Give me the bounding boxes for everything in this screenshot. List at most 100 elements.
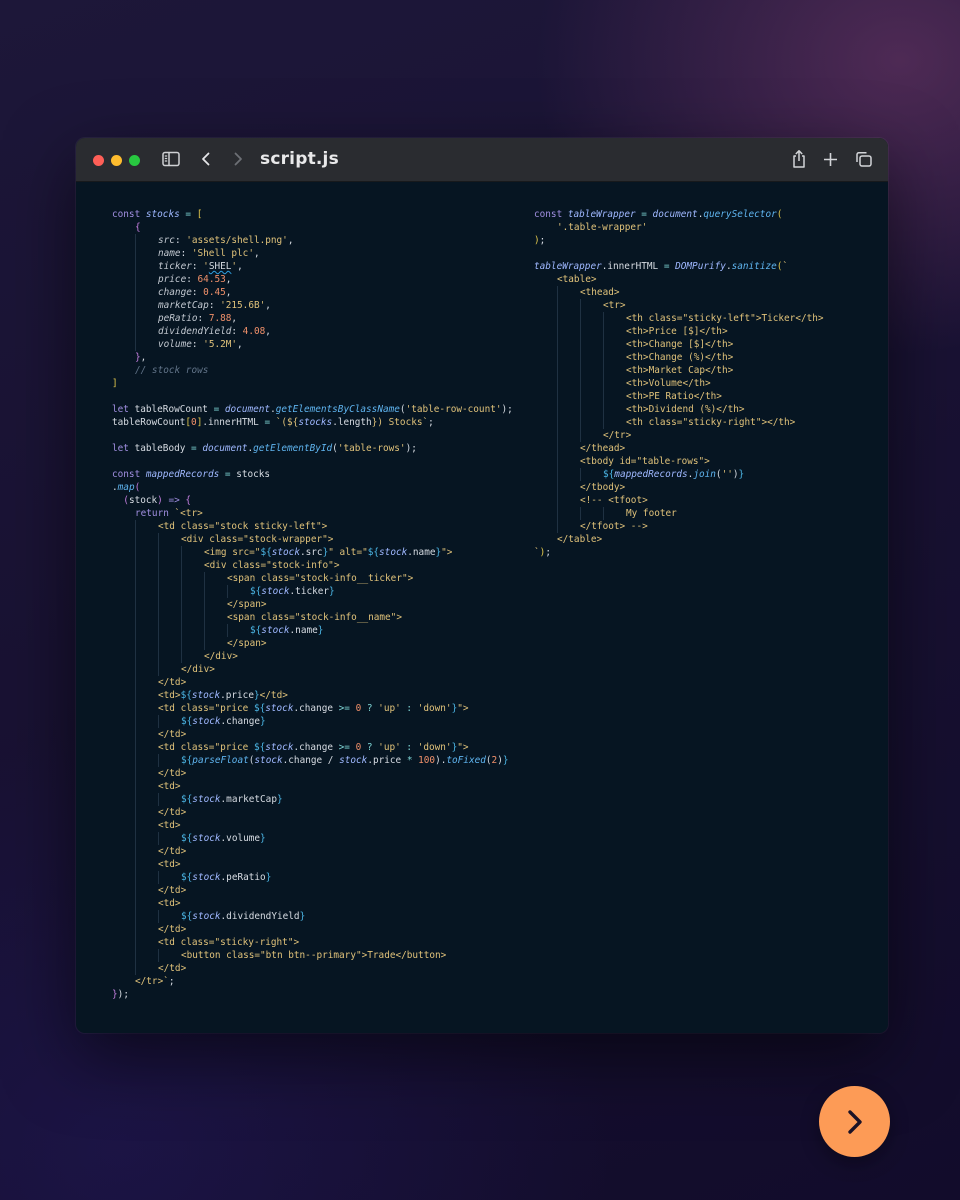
indent-guide xyxy=(603,390,626,403)
indent-guide xyxy=(534,338,557,351)
indent-guide xyxy=(135,546,158,559)
zoom-window-button[interactable] xyxy=(129,155,140,166)
indent-guide xyxy=(135,312,158,325)
code-token: </td> xyxy=(158,729,187,740)
indent-guide xyxy=(158,754,181,767)
code-line: <th>Change (%)</th> xyxy=(534,351,824,364)
indent-guide xyxy=(557,351,580,364)
indent-guide xyxy=(135,663,158,676)
indent-guide xyxy=(603,507,626,520)
indent-guide xyxy=(135,585,158,598)
code-token: , xyxy=(265,300,271,311)
indent-guide xyxy=(534,455,557,468)
chevron-right-icon[interactable] xyxy=(232,151,244,167)
code-line: ticker: 'SHEL', xyxy=(112,260,513,273)
code-token: = xyxy=(663,261,676,272)
indent-guide xyxy=(135,806,158,819)
code-token: : xyxy=(186,274,198,285)
code-token: ? xyxy=(361,703,379,714)
code-token: </tfoot> --> xyxy=(580,521,648,532)
indent-guide xyxy=(135,884,158,897)
minimize-window-button[interactable] xyxy=(111,155,122,166)
code-line: </tbody> xyxy=(534,481,824,494)
indent-guide xyxy=(158,871,181,884)
indent-guide xyxy=(135,572,158,585)
indent-guide xyxy=(557,286,580,299)
indent-guide xyxy=(158,624,181,637)
code-token: ticker xyxy=(158,261,192,272)
code-token: peRatio xyxy=(158,313,198,324)
indent-guide xyxy=(135,767,158,780)
indent-guide xyxy=(112,910,135,923)
indent-guide xyxy=(135,923,158,936)
code-token: .innerHTML xyxy=(202,417,265,428)
code-token: <td> xyxy=(158,820,181,831)
code-token: * xyxy=(406,755,419,766)
code-token: 7.88 xyxy=(208,313,232,324)
indent-guide xyxy=(112,585,135,598)
indent-guide xyxy=(534,312,557,325)
code-line: </tfoot> --> xyxy=(534,520,824,533)
indent-guide xyxy=(112,299,135,312)
code-token: ); xyxy=(501,404,513,415)
code-token: 4.08 xyxy=(242,326,266,337)
code-line: volume: '5.2M', xyxy=(112,338,513,351)
indent-guide xyxy=(158,598,181,611)
indent-guide xyxy=(135,728,158,741)
indent-guide xyxy=(112,507,135,520)
indent-guide xyxy=(112,702,135,715)
code-token: .peRatio xyxy=(220,872,266,883)
arrow-right-icon xyxy=(848,1110,862,1134)
window-title: script.js xyxy=(260,149,339,169)
indent-guide xyxy=(603,312,626,325)
code-line: <td> xyxy=(112,897,513,910)
indent-guide xyxy=(112,767,135,780)
tabs-overview-icon[interactable] xyxy=(855,151,873,168)
code-token: parseFloat xyxy=(192,755,249,766)
code-line: <thead> xyxy=(534,286,824,299)
code-token: } xyxy=(502,755,509,766)
code-token: { xyxy=(185,495,192,506)
indent-guide xyxy=(534,507,557,520)
indent-guide xyxy=(112,520,135,533)
indent-guide xyxy=(135,858,158,871)
code-pane-left[interactable]: const stocks = [{src: 'assets/shell.png'… xyxy=(112,208,513,1001)
code-token: const xyxy=(534,209,568,220)
code-token: toFixed xyxy=(446,755,486,766)
code-line: }, xyxy=(112,351,513,364)
code-token: 'table-row-count' xyxy=(405,404,502,415)
code-token: <div class="stock-wrapper"> xyxy=(181,534,334,545)
code-token: </td> xyxy=(158,677,187,688)
code-token: 'assets/shell.png' xyxy=(186,235,288,246)
code-token: ( xyxy=(776,209,783,220)
indent-guide xyxy=(158,546,181,559)
code-line: <td> xyxy=(112,858,513,871)
code-token: <div class="stock-info"> xyxy=(204,560,340,571)
chevron-left-icon[interactable] xyxy=(200,151,212,167)
sidebar-toggle-icon[interactable] xyxy=(162,151,180,167)
plus-icon[interactable] xyxy=(823,152,838,167)
close-window-button[interactable] xyxy=(93,155,104,166)
code-line: // stock rows xyxy=(112,364,513,377)
code-editor[interactable]: const stocks = [{src: 'assets/shell.png'… xyxy=(76,182,888,1033)
code-token: </thead> xyxy=(580,443,626,454)
indent-guide xyxy=(158,663,181,676)
share-icon[interactable] xyxy=(791,149,807,169)
code-token: </td> xyxy=(259,690,288,701)
code-line: </tr>`; xyxy=(112,975,513,988)
indent-guide xyxy=(204,585,227,598)
indent-guide xyxy=(112,286,135,299)
next-slide-button[interactable] xyxy=(819,1086,890,1157)
code-token: stocks xyxy=(236,469,271,480)
indent-guide xyxy=(112,884,135,897)
code-token: dividendYield xyxy=(158,326,232,337)
indent-guide xyxy=(112,221,135,234)
indent-guide xyxy=(204,598,227,611)
code-token: tableWrapper xyxy=(567,209,636,220)
indent-guide xyxy=(112,312,135,325)
indent-guide xyxy=(557,468,580,481)
code-pane-right[interactable]: const tableWrapper = document.querySelec… xyxy=(534,208,824,559)
code-token: ; xyxy=(123,989,129,1000)
code-line: let tableBody = document.getElementById(… xyxy=(112,442,513,455)
indent-guide xyxy=(112,806,135,819)
